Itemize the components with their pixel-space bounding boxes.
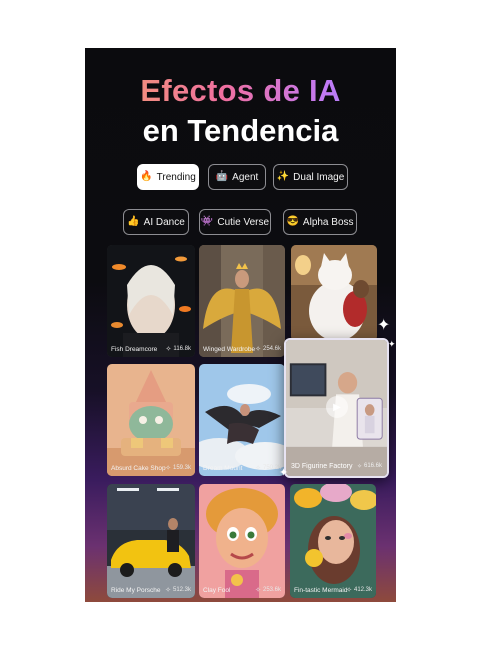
card-title: Ride My Porsche — [111, 587, 161, 594]
chip-label: Agent — [232, 171, 259, 183]
sunglasses-face-icon: 😎 — [286, 216, 299, 227]
sparkle-icon: ✦ — [279, 467, 289, 479]
chip-cutie-verse[interactable]: 👾 Cutie Verse — [199, 209, 271, 235]
effect-card-absurd-cake-shop[interactable]: Absurd Cake Shop ✧ 159.3k — [107, 364, 195, 476]
chip-ai-dance[interactable]: 👍 AI Dance — [123, 209, 189, 235]
alien-monster-icon: 👾 — [200, 216, 214, 227]
fire-icon: 🔥 — [140, 171, 153, 182]
chip-label: Cutie Verse — [217, 216, 270, 228]
chip-label: Dual Image — [293, 171, 345, 183]
effect-card-clay-fool[interactable]: Clay Fool ✧ 253.6k — [199, 484, 285, 598]
sparkle-icon: ✧ — [165, 346, 172, 353]
card-thumbnail — [199, 364, 285, 476]
chip-label: AI Dance — [143, 216, 185, 228]
sparkles-icon: ✨ — [276, 171, 290, 182]
robot-icon: 🤖 — [215, 171, 229, 182]
play-icon: ▶ — [333, 401, 341, 413]
sparkle-icon: ✧ — [346, 587, 352, 594]
card-thumbnail — [199, 245, 285, 357]
card-count: ✧ 116.8k — [165, 346, 191, 353]
card-thumbnail — [291, 245, 377, 341]
card-thumbnail — [107, 484, 195, 598]
card-count: ✧ 159.3k — [165, 465, 191, 472]
app-screen: Efectos de IA en Tendencia 🔥 Trending 🤖 … — [85, 48, 396, 602]
effect-card-3d-figurine-factory[interactable]: ▶ 3D Figurine Factory ✧ 616.6k — [284, 338, 389, 478]
chip-trending[interactable]: 🔥 Trending — [137, 164, 199, 190]
card-thumbnail — [107, 364, 195, 476]
sparkle-icon: ✦ — [377, 317, 391, 334]
chip-label: Trending — [156, 171, 196, 183]
sparkle-icon: ✧ — [165, 465, 171, 472]
card-count: ✧ 253.6k — [255, 587, 281, 594]
card-title: Absurd Cake Shop — [111, 465, 166, 472]
chip-alpha-boss[interactable]: 😎 Alpha Boss — [283, 209, 357, 235]
sparkle-icon: ✧ — [165, 587, 171, 594]
effect-card-fin-tastic-mermaid[interactable]: Fin-tastic Mermaid ✧ 412.3k — [290, 484, 376, 598]
card-count: ✧ 750.2k — [255, 465, 281, 472]
page-subtitle: en Tendencia — [142, 113, 339, 148]
card-thumbnail — [107, 245, 195, 357]
thumbs-up-icon: 👍 — [127, 216, 140, 227]
effect-card-winged-wardrobe[interactable]: Winged Wardrobe ✧ 254.6k — [199, 245, 285, 357]
effect-card-ride-my-porsche[interactable]: Ride My Porsche ✧ 512.3k — [107, 484, 195, 598]
sparkle-icon: ✧ — [255, 465, 261, 472]
card-count: ✧ 254.6k — [255, 346, 281, 353]
chip-label: Alpha Boss — [302, 216, 354, 228]
chip-dual-image[interactable]: ✨ Dual Image — [273, 164, 348, 190]
card-thumbnail — [199, 484, 285, 598]
sparkle-icon: ✧ — [356, 464, 362, 470]
card-title: Dream Mount — [203, 465, 243, 472]
card-title: 3D Figurine Factory — [291, 463, 353, 470]
card-count: ✧ 512.3k — [165, 587, 191, 594]
effect-card-cat-hug[interactable] — [291, 245, 377, 341]
card-count: ✧ 412.3k — [346, 587, 372, 594]
card-title: Fish Dreamcore — [111, 346, 158, 353]
page-title: Efectos de IA — [85, 72, 396, 110]
sparkle-icon: ✧ — [255, 587, 261, 594]
card-title: Fin-tastic Mermaid — [294, 587, 348, 594]
effect-card-fish-dreamcore[interactable]: Fish Dreamcore ✧ 116.8k — [107, 245, 195, 357]
card-count: ✧ 616.6k — [356, 463, 382, 470]
effect-card-dream-mount[interactable]: Dream Mount ✧ 750.2k — [199, 364, 285, 476]
card-thumbnail — [290, 484, 376, 598]
play-button[interactable]: ▶ — [326, 396, 348, 418]
card-title: Clay Fool — [203, 587, 231, 594]
card-title: Winged Wardrobe — [203, 346, 256, 353]
sparkle-icon: ✧ — [255, 346, 261, 353]
chip-agent[interactable]: 🤖 Agent — [208, 164, 266, 190]
sparkle-icon: ✦ — [388, 339, 396, 349]
